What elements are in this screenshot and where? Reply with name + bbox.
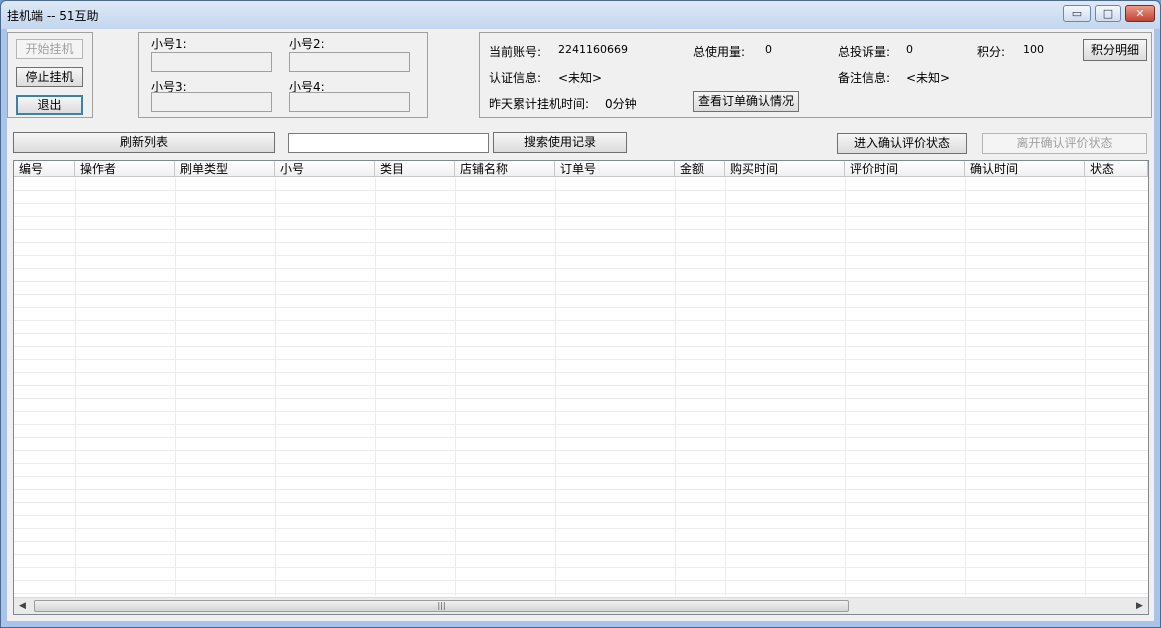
auth-info-label: 认证信息: (489, 71, 542, 85)
refresh-list-button[interactable]: 刷新列表 (13, 132, 275, 153)
column-header-11[interactable]: 确认时间 (965, 161, 1085, 177)
yesterday-hangup-label: 昨天累计挂机时间: (489, 97, 590, 111)
stop-hangup-button[interactable]: 停止挂机 (16, 67, 83, 87)
leave-confirm-review-button[interactable]: 离开确认评价状态 (982, 133, 1147, 154)
column-header-10[interactable]: 评价时间 (845, 161, 965, 177)
client-area: 开始挂机 停止挂机 退出 小号1: 小号2: 小号3: 小号4: 当前账号: 2… (7, 29, 1154, 621)
column-divider (965, 178, 966, 596)
column-header-9[interactable]: 购买时间 (725, 161, 845, 177)
column-header-2[interactable]: 操作者 (75, 161, 175, 177)
table-body[interactable] (14, 178, 1148, 596)
sub-account-2-field[interactable] (289, 52, 410, 72)
column-header-6[interactable]: 店铺名称 (455, 161, 555, 177)
sub-account-2-label: 小号2: (289, 37, 325, 51)
records-table[interactable]: 编号 操作者 刷单类型 小号 类目 店铺名称 订单号 金额 购买时间 评价时间 确认时间 状态 ◀ |… (13, 160, 1149, 615)
points-label: 积分: (977, 45, 1006, 59)
total-complaints-label: 总投诉量: (838, 45, 891, 59)
remark-info-value: <未知> (906, 71, 951, 85)
column-divider (175, 178, 176, 596)
total-complaints-value: 0 (906, 43, 913, 56)
column-header-1[interactable]: 编号 (14, 161, 75, 177)
search-records-button[interactable]: 搜索使用记录 (493, 132, 627, 153)
column-divider (75, 178, 76, 596)
yesterday-hangup-value: 0分钟 (605, 97, 637, 111)
auth-info-value: <未知> (558, 71, 603, 85)
close-icon: ✕ (1135, 7, 1145, 20)
scroll-right-icon[interactable]: ▶ (1131, 598, 1148, 614)
column-divider (675, 178, 676, 596)
search-input[interactable] (288, 133, 489, 153)
column-divider (455, 178, 456, 596)
sub-account-1-field[interactable] (151, 52, 272, 72)
minimize-icon: ▭ (1071, 7, 1083, 20)
close-button[interactable]: ✕ (1125, 5, 1155, 22)
current-account-value: 2241160669 (558, 43, 628, 56)
column-header-3[interactable]: 刷单类型 (175, 161, 275, 177)
scroll-left-icon[interactable]: ◀ (14, 598, 31, 614)
points-value: 100 (1023, 43, 1044, 56)
table-header: 编号 操作者 刷单类型 小号 类目 店铺名称 订单号 金额 购买时间 评价时间 确认时间 状态 (14, 161, 1148, 178)
column-header-12[interactable]: 状态 (1085, 161, 1148, 177)
column-divider (845, 178, 846, 596)
enter-confirm-review-button[interactable]: 进入确认评价状态 (837, 133, 967, 154)
column-divider (725, 178, 726, 596)
column-header-7[interactable]: 订单号 (555, 161, 675, 177)
start-hangup-button[interactable]: 开始挂机 (16, 39, 83, 59)
points-detail-button[interactable]: 积分明细 (1083, 39, 1147, 61)
remark-info-label: 备注信息: (838, 71, 891, 85)
total-usage-value: 0 (765, 43, 772, 56)
column-divider (275, 178, 276, 596)
maximize-button[interactable]: □ (1095, 5, 1121, 22)
column-header-8[interactable]: 金额 (675, 161, 725, 177)
app-window: 挂机端 -- 51互助 ▭ □ ✕ 开始挂机 停止挂机 退出 小号1: 小号2:… (0, 0, 1161, 628)
horizontal-scrollbar[interactable]: ◀ ||| ▶ (14, 597, 1148, 614)
total-usage-label: 总使用量: (693, 45, 746, 59)
column-divider (555, 178, 556, 596)
sub-account-4-field[interactable] (289, 92, 410, 112)
check-order-confirmation-button[interactable]: 查看订单确认情况 (693, 91, 799, 112)
sub-account-1-label: 小号1: (151, 37, 187, 51)
maximize-icon: □ (1102, 7, 1114, 20)
title-bar[interactable]: 挂机端 -- 51互助 ▭ □ ✕ (1, 1, 1160, 29)
window-title: 挂机端 -- 51互助 (7, 9, 99, 23)
column-header-5[interactable]: 类目 (375, 161, 455, 177)
column-divider (1085, 178, 1086, 596)
minimize-button[interactable]: ▭ (1063, 5, 1091, 22)
current-account-label: 当前账号: (489, 45, 542, 59)
exit-button[interactable]: 退出 (16, 95, 83, 115)
column-divider (375, 178, 376, 596)
column-header-4[interactable]: 小号 (275, 161, 375, 177)
sub-account-3-field[interactable] (151, 92, 272, 112)
scroll-thumb[interactable]: ||| (34, 600, 849, 612)
